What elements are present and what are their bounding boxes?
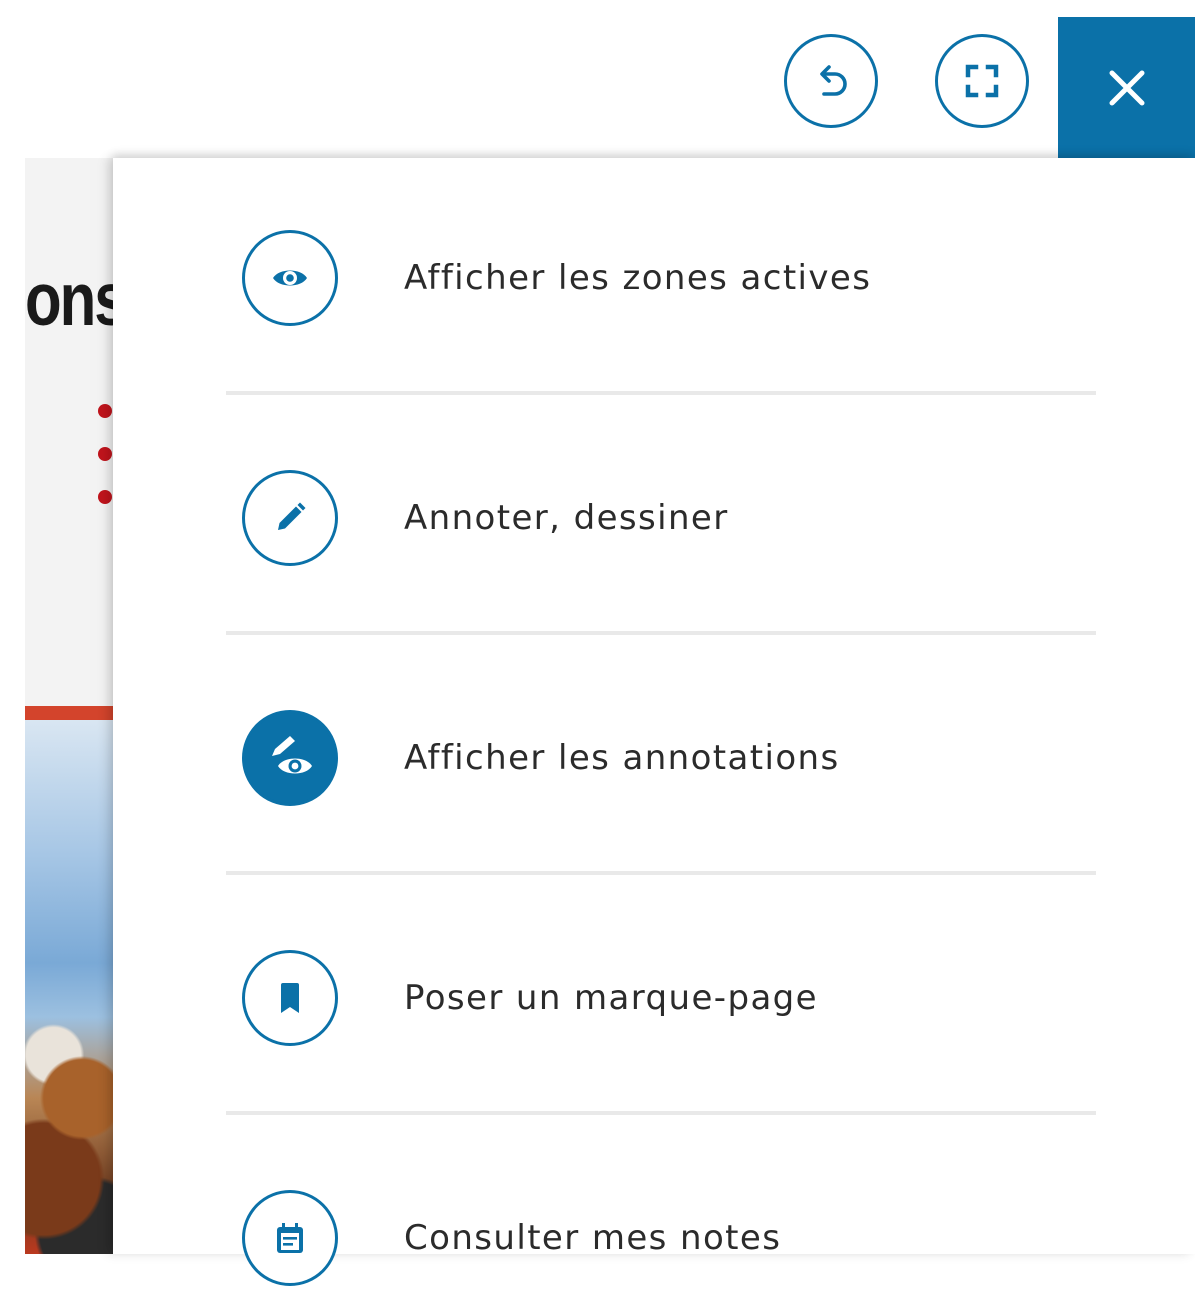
pencil-icon (242, 470, 338, 566)
close-icon (1109, 70, 1144, 105)
annotation-eye-icon (242, 710, 338, 806)
menu-item-label: Consulter mes notes (404, 1218, 782, 1258)
background-red-bar (25, 706, 120, 720)
bullet-dot (98, 404, 112, 418)
menu-item-label: Annoter, dessiner (404, 498, 729, 538)
bullet-dot (98, 490, 112, 504)
menu-item-label: Afficher les annotations (404, 738, 840, 778)
fullscreen-icon (965, 64, 999, 98)
eye-icon (242, 230, 338, 326)
menu-panel: Afficher les zones actives Annoter, dess… (113, 158, 1195, 1286)
notes-icon (242, 1190, 338, 1286)
menu-divider (226, 631, 1096, 635)
undo-button[interactable] (784, 34, 878, 128)
bookmark-icon (242, 950, 338, 1046)
menu-item-bookmark[interactable]: Poser un marque-page (226, 938, 1096, 1058)
background-page: ons (25, 158, 120, 1254)
bullet-dot (98, 447, 112, 461)
close-button[interactable] (1058, 17, 1195, 158)
undo-icon (820, 65, 847, 96)
menu-item-show-annotations[interactable]: Afficher les annotations (226, 698, 1096, 818)
menu-item-label: Poser un marque-page (404, 978, 818, 1018)
menu-divider (226, 1111, 1096, 1115)
menu-item-annotate-draw[interactable]: Annoter, dessiner (226, 458, 1096, 578)
fullscreen-button[interactable] (935, 34, 1029, 128)
menu-divider (226, 391, 1096, 395)
menu-item-label: Afficher les zones actives (404, 258, 872, 298)
background-photo (25, 720, 120, 1254)
menu-item-view-notes[interactable]: Consulter mes notes (226, 1178, 1096, 1298)
background-title-fragment: ons (25, 257, 120, 341)
menu-item-show-active-zones[interactable]: Afficher les zones actives (226, 218, 1096, 338)
menu-divider (226, 871, 1096, 875)
